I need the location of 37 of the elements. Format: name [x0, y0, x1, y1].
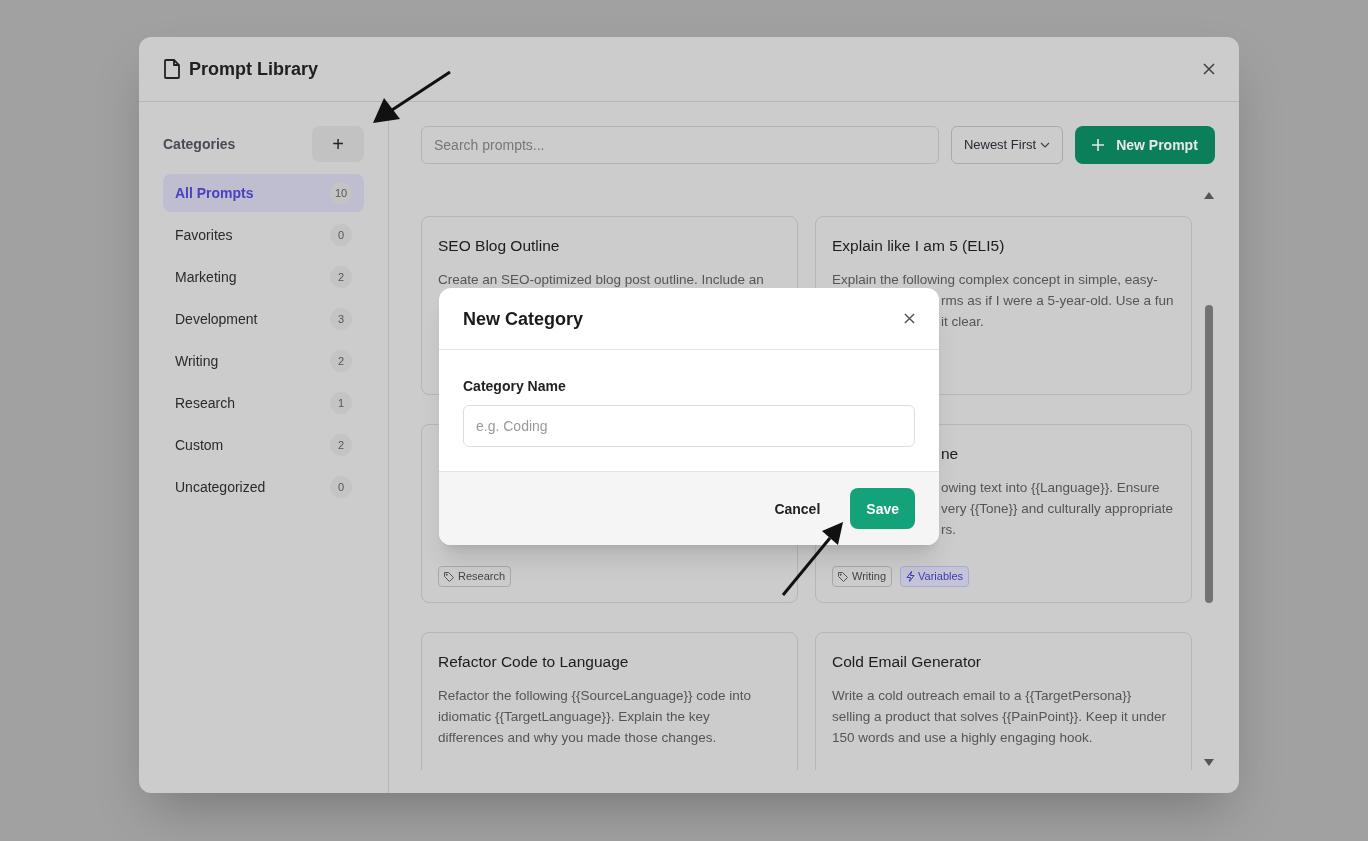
sidebar-heading: Categories — [163, 135, 236, 154]
card-description: owing text into {{Language}}. Ensure — [941, 479, 1160, 498]
category-label: Marketing — [175, 268, 237, 287]
card-title: Explain like I am 5 (ELI5) — [832, 236, 1005, 256]
field-label: Category Name — [463, 377, 567, 396]
card-description: rms as if I were a 5-year-old. Use a fun — [941, 292, 1174, 311]
category-tag: Research — [438, 566, 512, 587]
dialog-title: New Category — [463, 307, 585, 331]
card-description: very {{Tone}} and culturally appropriate — [941, 500, 1173, 519]
count-badge: 3 — [330, 308, 352, 330]
count-badge: 0 — [330, 476, 352, 498]
category-label: Development — [175, 310, 258, 329]
card-description: Refactor the following {{SourceLanguage}} code into idiomatic {{TargetLanguage}}. Explain the key differences and why you made those changes. — [438, 687, 752, 748]
card-title: ne — [941, 444, 959, 464]
card-description: rs. — [941, 521, 956, 540]
category-label: All Prompts — [175, 184, 254, 203]
category-label: Favorites — [175, 226, 233, 245]
card-title: Cold Email Generator — [832, 652, 982, 672]
count-badge: 2 — [330, 434, 352, 456]
count-badge: 2 — [330, 266, 352, 288]
card-description: Explain the following complex concept in simple, easy- — [832, 271, 1158, 290]
variables-tag: Variables — [900, 566, 970, 587]
category-label: Custom — [175, 436, 224, 455]
card-title: SEO Blog Outline — [438, 236, 560, 256]
category-tag: Writing — [832, 566, 893, 587]
card-title: Refactor Code to Language — [438, 652, 629, 672]
category-label: Uncategorized — [175, 478, 266, 497]
count-badge: 1 — [330, 392, 352, 414]
card-description: Write a cold outreach email to a {{TargetPersona}} selling a product that solves {{PainPoint}}. Keep it under 150 words and use a highly engaging hook. — [832, 687, 1167, 748]
window-title: Prompt Library — [189, 58, 319, 81]
category-label: Writing — [175, 352, 219, 371]
count-badge: 10 — [330, 182, 352, 204]
count-badge: 2 — [330, 350, 352, 372]
count-badge: 0 — [330, 224, 352, 246]
card-description: it clear. — [941, 313, 984, 332]
category-label: Research — [175, 394, 235, 413]
card-description: Create an SEO-optimized blog post outline. Include an — [438, 271, 764, 290]
